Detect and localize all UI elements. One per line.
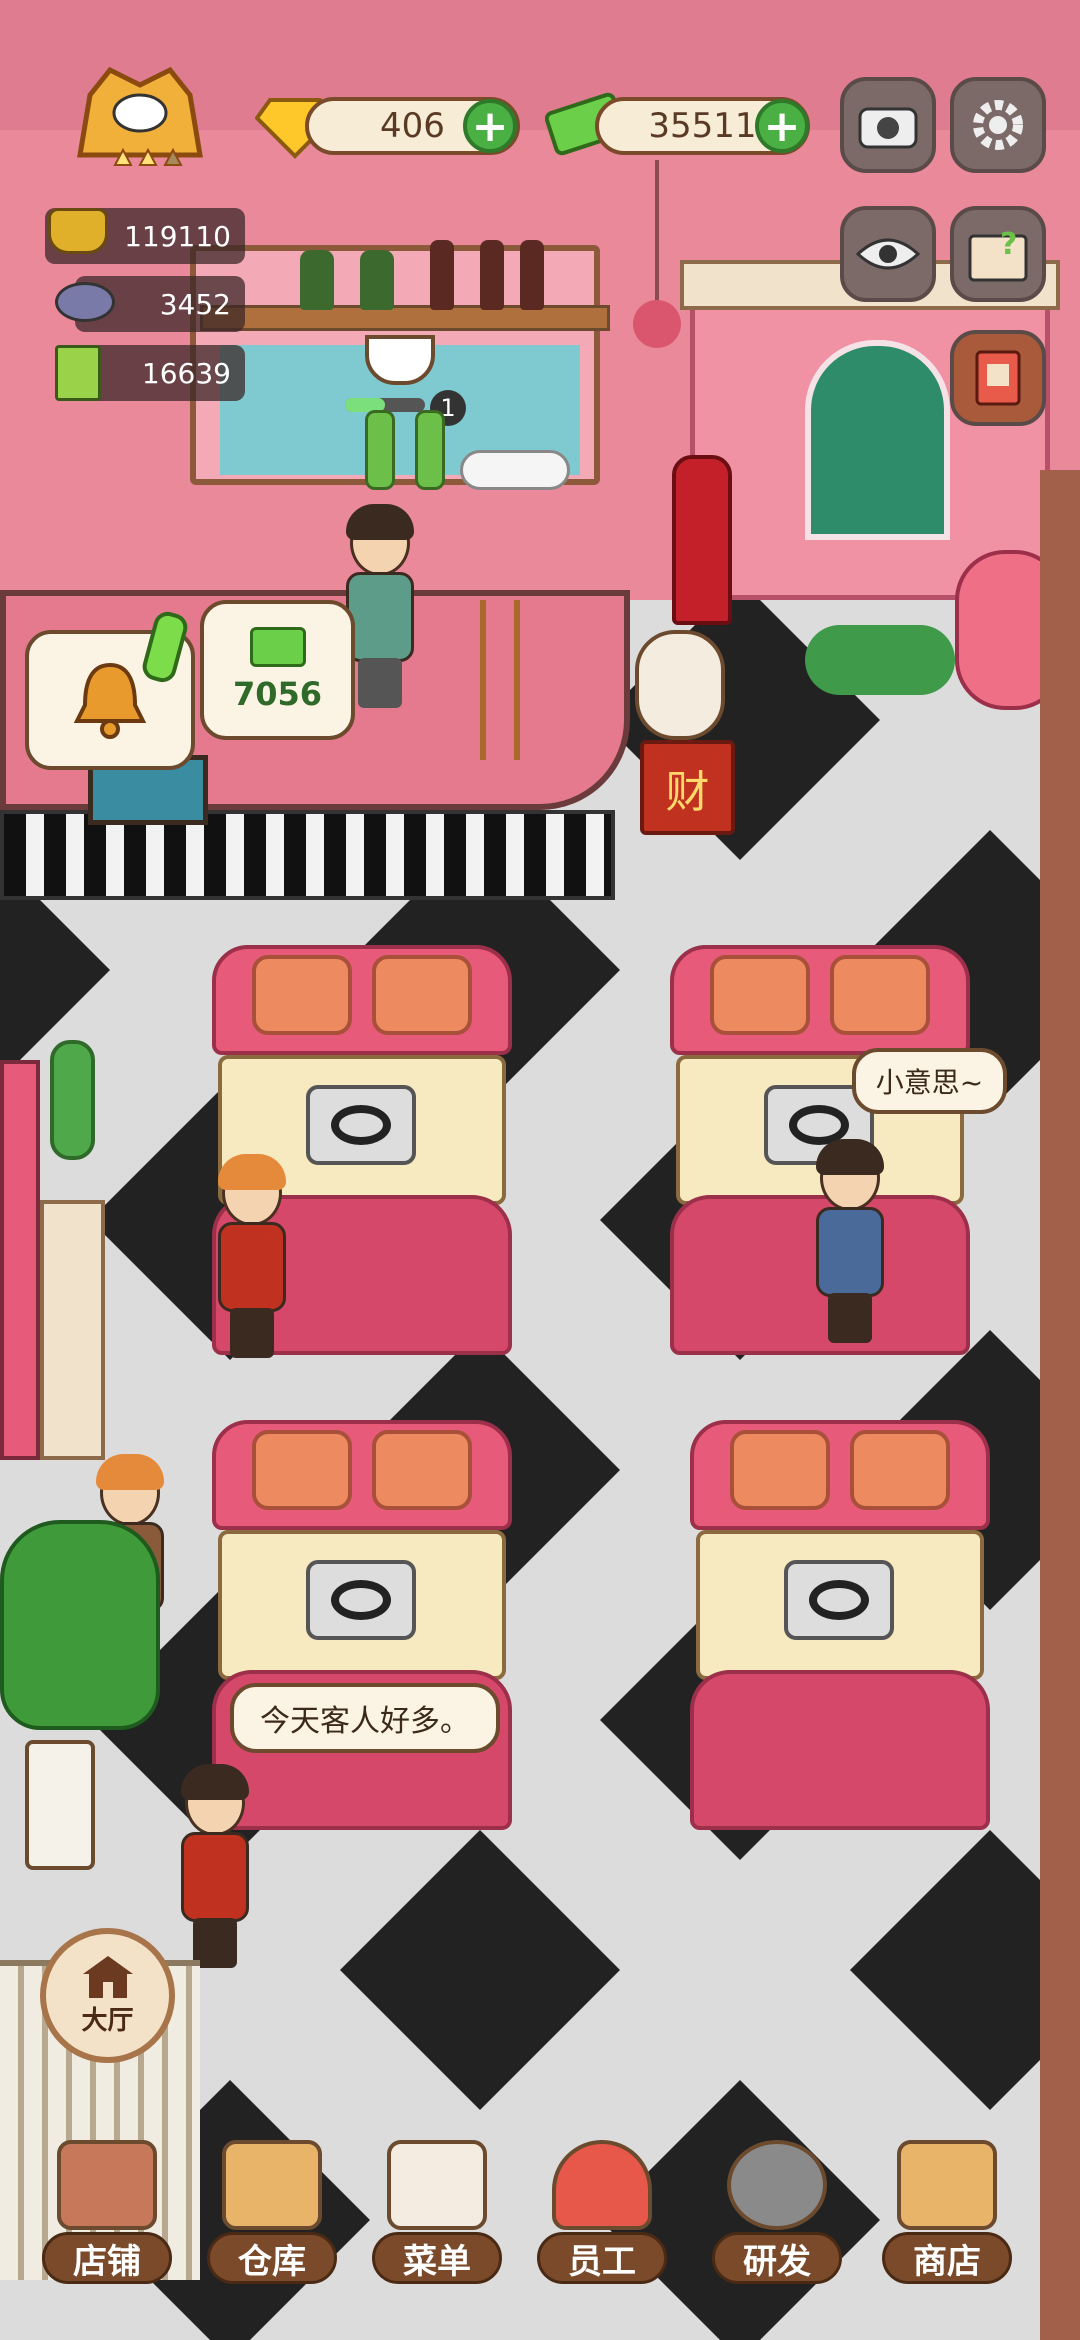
red-postbox: [672, 455, 732, 625]
guide-book-button[interactable]: ?: [950, 206, 1046, 302]
add-gems-button[interactable]: +: [463, 99, 517, 153]
cactus-plant: [50, 1040, 95, 1160]
left-shelf: [0, 1060, 40, 1460]
dining-booth-3[interactable]: [212, 1420, 512, 1840]
gear-icon: [973, 100, 1023, 150]
nav-shop-front[interactable]: 店铺: [42, 2140, 172, 2290]
bottle-icon: [480, 240, 504, 310]
camera-button[interactable]: [840, 77, 936, 173]
waiter-speech-bubble: 小意思~: [852, 1048, 1007, 1114]
tip-bubble[interactable]: 7056: [200, 600, 355, 740]
nav-label: 员工: [537, 2232, 667, 2284]
hall-label: 大厅: [81, 2006, 134, 2036]
hotpot-stove-icon: [306, 1085, 416, 1165]
book-question-icon: ?: [968, 227, 1028, 282]
waiter-character[interactable]: [810, 1139, 890, 1345]
lucky-cat: [635, 630, 725, 740]
coffee-cup-icon[interactable]: [365, 335, 435, 385]
nav-menu[interactable]: 菜单: [372, 2140, 502, 2290]
bell-icon: [73, 662, 147, 739]
green-rug: [805, 625, 955, 695]
candlestick: [480, 600, 520, 760]
potted-plant: [0, 1520, 160, 1730]
fortune-box: 财: [640, 740, 735, 835]
cash-icon: [249, 627, 306, 667]
chef-speech-bubble: 今天客人好多。: [230, 1683, 500, 1753]
settings-button[interactable]: [950, 77, 1046, 173]
eye-icon: [856, 238, 920, 270]
gold-ingot-icon: [48, 208, 108, 254]
right-wall-post: [1040, 470, 1080, 2340]
checklist-icon: [387, 2140, 487, 2230]
store-icon: [897, 2140, 997, 2230]
nav-label: 仓库: [207, 2232, 337, 2284]
bottle-icon: [360, 250, 394, 310]
svg-text:?: ?: [1000, 227, 1017, 262]
wok-icon: [727, 2140, 827, 2230]
spice-rack: [40, 1200, 105, 1460]
menu-book-icon: [55, 345, 101, 401]
dining-booth-4[interactable]: [690, 1420, 990, 1840]
tip-amount: 7056: [232, 675, 323, 713]
nav-label: 研发: [712, 2232, 842, 2284]
restaurant-rating-badge[interactable]: [60, 65, 220, 185]
plant-pot: [25, 1740, 95, 1870]
add-cash-button[interactable]: +: [755, 99, 809, 153]
wooden-shelf: [200, 305, 610, 331]
customer-tiger-hat[interactable]: [212, 1154, 292, 1360]
gem-count: 406: [380, 106, 445, 146]
plate-stack: [460, 450, 570, 490]
hotpot-stove-icon: [306, 1560, 416, 1640]
bottle-icon: [300, 250, 334, 310]
cash-count: 35511: [648, 106, 757, 146]
bottle-icon: [415, 410, 445, 490]
storefront-icon: [57, 2140, 157, 2230]
house-icon: [82, 1956, 133, 1998]
chef-character[interactable]: [175, 1764, 255, 1970]
nav-staff[interactable]: 员工: [537, 2140, 667, 2290]
nav-label: 菜单: [372, 2232, 502, 2284]
nav-research[interactable]: 研发: [712, 2140, 842, 2290]
recipe-book-icon: [975, 350, 1021, 406]
camera-icon: [858, 107, 918, 149]
bottle-icon: [430, 240, 454, 310]
shop-window: [805, 340, 950, 540]
boxes-icon: [222, 2140, 322, 2230]
recipe-book-button[interactable]: [950, 330, 1046, 426]
nav-store[interactable]: 商店: [882, 2140, 1012, 2290]
chef-hat-icon: [77, 66, 203, 166]
staff-icon: [552, 2140, 652, 2230]
fish-icon: [55, 282, 115, 322]
hall-button[interactable]: 大厅: [40, 1928, 175, 2063]
pendant-lamp-shade: [633, 300, 681, 348]
view-toggle-button[interactable]: [840, 206, 936, 302]
hotpot-stove-icon: [784, 1560, 894, 1640]
nav-label: 商店: [882, 2232, 1012, 2284]
bottle-icon: [365, 410, 395, 490]
bottle-icon: [520, 240, 544, 310]
nav-warehouse[interactable]: 仓库: [207, 2140, 337, 2290]
nav-label: 店铺: [42, 2232, 172, 2284]
pendant-lamp: [655, 160, 659, 310]
